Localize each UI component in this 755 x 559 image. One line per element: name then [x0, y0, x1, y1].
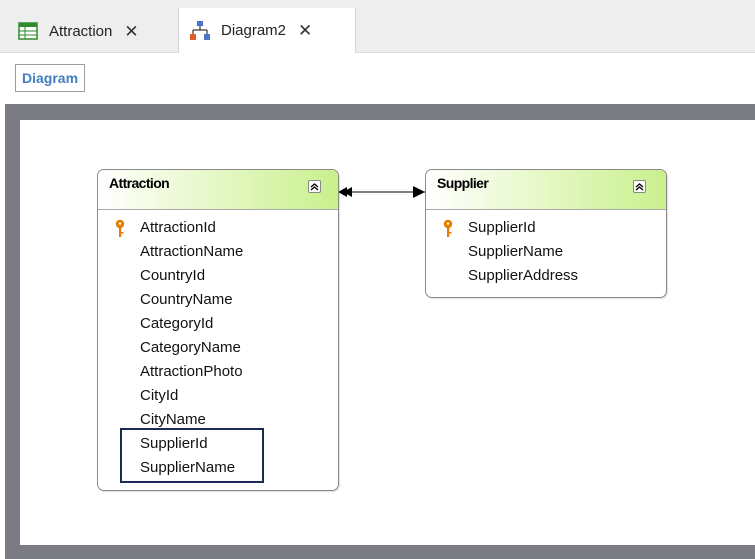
collapse-icon[interactable] — [633, 180, 646, 193]
attribute-name: CategoryName — [140, 339, 241, 356]
attribute-row[interactable]: CategoryId — [98, 312, 338, 336]
attribute-name: SupplierName — [468, 243, 564, 260]
attribute-row[interactable]: CityId — [98, 384, 338, 408]
attribute-row[interactable]: CategoryName — [98, 336, 338, 360]
attribute-name: CategoryId — [140, 315, 214, 332]
attribute-row[interactable]: SupplierAddress — [426, 264, 666, 288]
attribute-name: AttractionId — [140, 219, 216, 236]
attribute-name: AttractionName — [140, 243, 244, 260]
attribute-name: CountryName — [140, 291, 233, 308]
attribute-row[interactable]: AttractionPhoto — [98, 360, 338, 384]
entity-supplier[interactable]: Supplier SupplierId SupplierName Supplie… — [425, 169, 667, 298]
attribute-row[interactable]: CountryName — [98, 288, 338, 312]
key-icon — [114, 219, 126, 239]
attribute-row[interactable]: CountryId — [98, 264, 338, 288]
attribute-row[interactable]: SupplierId — [426, 216, 666, 240]
entity-title: Supplier — [437, 175, 489, 191]
attribute-name: CountryId — [140, 267, 206, 284]
attribute-row[interactable]: AttractionId — [98, 216, 338, 240]
entity-header: Attraction — [98, 170, 338, 210]
entity-header: Supplier — [426, 170, 666, 210]
attribute-row[interactable]: AttractionName — [98, 240, 338, 264]
attribute-name: SupplierAddress — [468, 267, 579, 284]
attribute-name: SupplierId — [468, 219, 536, 236]
entity-title: Attraction — [109, 175, 170, 191]
attribute-row[interactable]: SupplierName — [426, 240, 666, 264]
attribute-name: AttractionPhoto — [140, 363, 243, 380]
attribute-list: SupplierId SupplierName SupplierAddress — [426, 216, 666, 288]
attribute-name: CityId — [140, 387, 179, 404]
collapse-icon[interactable] — [308, 180, 321, 193]
key-icon — [442, 219, 454, 239]
selection-highlight — [120, 428, 264, 483]
